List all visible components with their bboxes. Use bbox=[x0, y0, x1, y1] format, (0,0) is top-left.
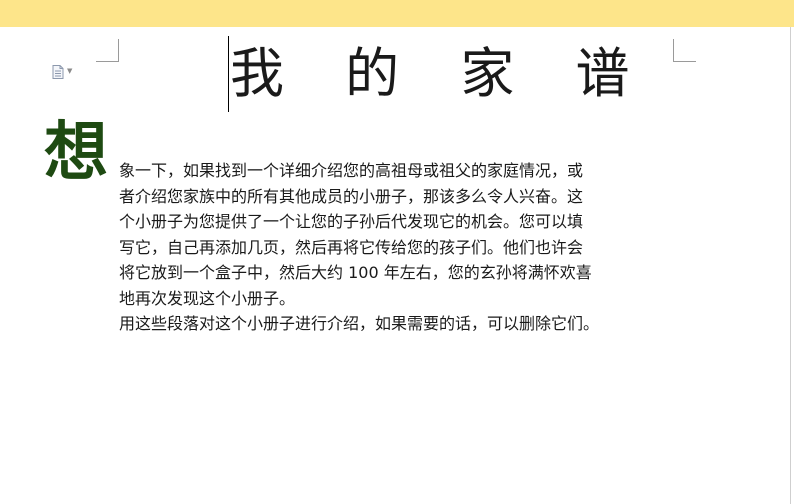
paragraph-line: 象一下，如果找到一个详细介绍您的高祖母或祖父的家庭情况，或 bbox=[119, 161, 584, 180]
paragraph-line: 写它，自己再添加几页，然后再将它传给您的孩子们。他们也许会 bbox=[119, 237, 584, 257]
closing-paragraph[interactable]: 用这些段落对这个小册子进行介绍，如果需要的话，可以删除它们。 bbox=[119, 312, 699, 336]
paragraph-line: 者介绍您家族中的所有其他成员的小册子，那该多么令人兴奋。这 bbox=[119, 186, 584, 206]
margin-corner-top-left bbox=[96, 39, 119, 62]
page-right-edge bbox=[790, 27, 791, 504]
paragraph-line: 地再次发现这个小册子。 bbox=[119, 288, 296, 308]
intro-paragraph[interactable]: 象一下，如果找到一个详细介绍您的高祖母或祖父的家庭情况，或 者介绍您家族中的所有… bbox=[119, 158, 679, 311]
text-cursor bbox=[228, 36, 229, 112]
top-band bbox=[0, 0, 794, 27]
margin-corner-top-right bbox=[673, 39, 696, 62]
paste-options-button[interactable]: ▼ bbox=[52, 64, 78, 79]
drop-cap-letter[interactable]: 想 bbox=[44, 117, 114, 189]
chevron-down-icon: ▼ bbox=[67, 67, 73, 75]
paragraph-line: 将它放到一个盒子中，然后大约 100 年左右，您的玄孙将满怀欢喜 bbox=[119, 263, 592, 282]
document-title[interactable]: 我 的 家 谱 bbox=[230, 42, 630, 106]
paragraph-line: 个小册子为您提供了一个让您的子孙后代发现它的机会。您可以填 bbox=[119, 212, 584, 231]
document-icon bbox=[52, 64, 64, 83]
